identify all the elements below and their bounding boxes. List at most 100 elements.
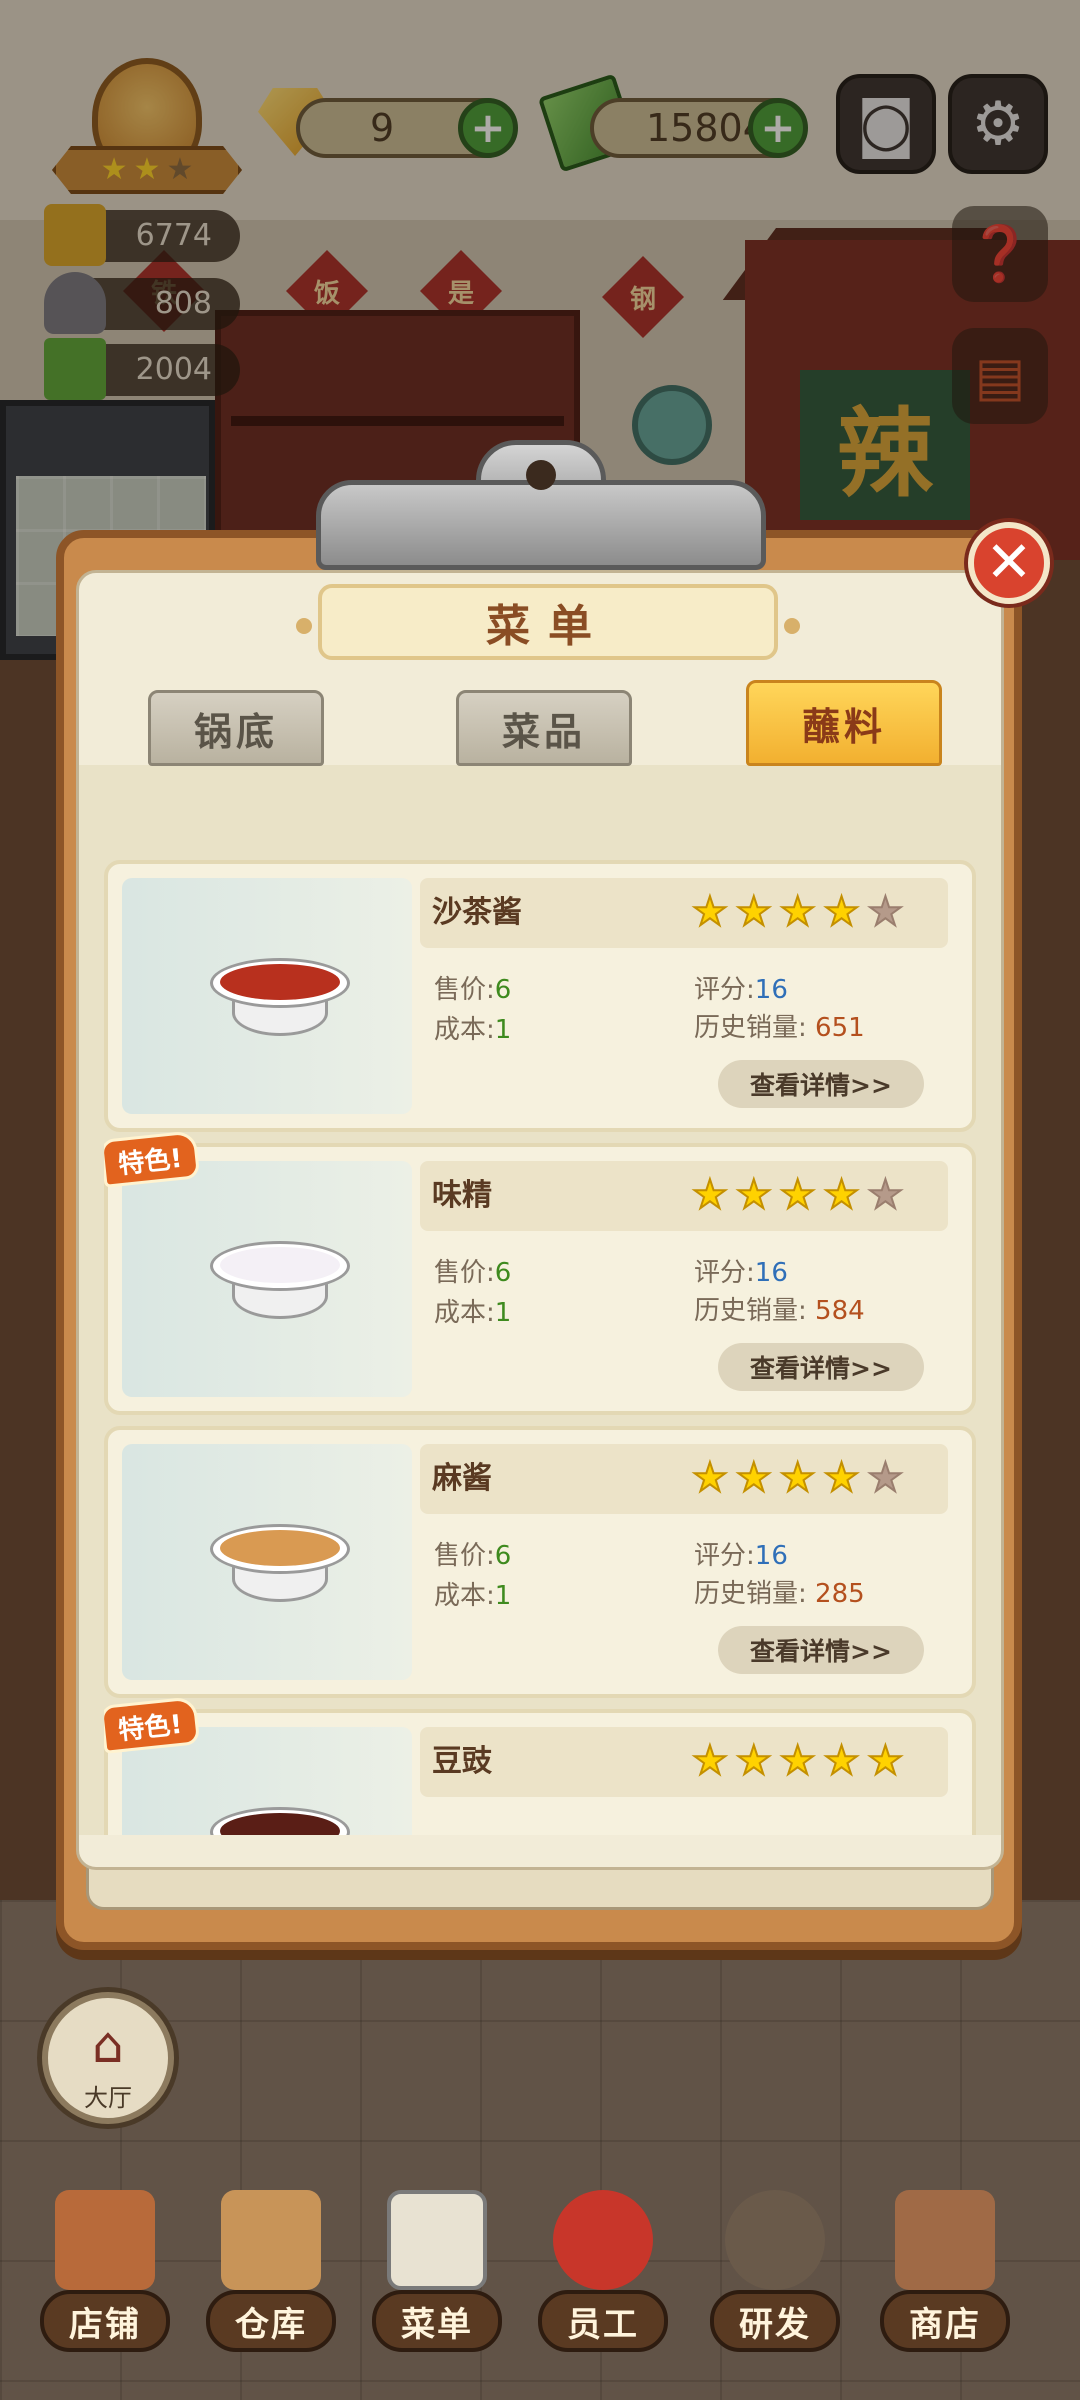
close-icon: ✕ [985,530,1033,595]
nav-warehouse[interactable]: 仓库 [196,2170,346,2400]
item-name: 豆豉 [432,1744,492,1779]
cost-value: 1 [494,1298,512,1328]
star-icon: ★ [735,1172,773,1218]
sauce-bowl-icon [210,958,350,1040]
clipboard-clip [316,440,766,570]
view-details-button[interactable]: 查看详情>> [718,1626,924,1674]
sales-label: 历史销量 [694,1579,799,1609]
hall-label: 大厅 [84,2084,132,2112]
star-empty-icon: ★ [866,1172,904,1218]
view-details-button[interactable]: 查看详情>> [718,1343,924,1391]
price-label: 售价 [434,1258,487,1288]
star-icon: ★ [823,1738,861,1784]
star-icon: ★ [779,889,817,935]
star-icon: ★ [823,1172,861,1218]
building-icon: ⌂ [92,2016,124,2074]
sales-value: 285 [815,1579,865,1609]
nav-store[interactable]: 商店 [870,2170,1020,2400]
price-value: 6 [494,1258,512,1288]
star-empty-icon: ★ [866,889,904,935]
item-sales: 历史销量: 584 [694,1296,865,1326]
chef-icon [553,2190,653,2290]
nav-label: 仓库 [206,2290,336,2352]
score-value: 16 [754,975,788,1005]
nav-menu[interactable]: 菜单 [362,2170,512,2400]
nav-research[interactable]: 研发 [700,2170,850,2400]
score-value: 16 [754,1258,788,1288]
view-details-label: 查看详情>> [750,1354,892,1383]
item-price: 售价:6 [434,975,512,1005]
menu-item-card[interactable]: 特色! 豆豉 ★ ★ ★ ★ ★ [104,1696,976,1835]
nav-label: 商店 [880,2290,1010,2352]
item-score: 评分:16 [694,1541,788,1571]
wok-icon [725,2190,825,2290]
box-icon [221,2190,321,2290]
sauce-bowl-icon [210,1241,350,1323]
star-icon: ★ [691,889,729,935]
price-value: 6 [494,975,512,1005]
item-name: 沙茶酱 [432,895,522,930]
score-label: 评分 [694,975,747,1005]
item-price: 售价:6 [434,1258,512,1288]
item-cost: 成本:1 [434,1298,512,1328]
item-thumbnail [122,1444,412,1680]
tab-label: 锅底 [193,709,278,754]
view-details-label: 查看详情>> [750,1637,892,1666]
star-icon: ★ [735,1738,773,1784]
star-icon: ★ [735,889,773,935]
price-label: 售价 [434,975,487,1005]
item-sales: 历史销量: 651 [694,1013,865,1043]
view-details-button[interactable]: 查看详情>> [718,1060,924,1108]
sales-value: 584 [815,1296,865,1326]
star-icon: ★ [779,1455,817,1501]
tab-dipping-sauce[interactable]: 蘸料 [746,680,942,766]
cost-value: 1 [494,1015,512,1045]
menu-item-card[interactable]: 麻酱 ★ ★ ★ ★ ★ 售价:6 成本:1 评分:16 历史销量: 285 查看详情>> [104,1426,976,1698]
item-rating: ★ ★ ★ ★ ★ [691,1738,904,1784]
star-icon: ★ [691,1455,729,1501]
sauce-bowl-icon [210,1807,350,1835]
star-empty-icon: ★ [866,1455,904,1501]
storefront-icon [55,2190,155,2290]
item-thumbnail [122,878,412,1114]
tab-soup-base[interactable]: 锅底 [148,690,324,766]
special-badge: 特色! [104,1130,201,1188]
star-icon: ★ [779,1172,817,1218]
score-label: 评分 [694,1541,747,1571]
special-badge: 特色! [104,1696,201,1754]
menu-item-list[interactable]: 沙茶酱 ★ ★ ★ ★ ★ 售价:6 成本:1 评分:16 历史销量: 651 查看详情>> 特色! 味… [104,860,976,1835]
item-price: 售价:6 [434,1541,512,1571]
tab-label: 菜品 [501,709,586,754]
score-value: 16 [754,1541,788,1571]
sales-label: 历史销量 [694,1296,799,1326]
star-icon: ★ [823,1455,861,1501]
item-rating: ★ ★ ★ ★ ★ [691,1455,904,1501]
nav-staff[interactable]: 员工 [528,2170,678,2400]
sauce-bowl-icon [210,1524,350,1606]
item-name: 味精 [432,1178,492,1213]
price-value: 6 [494,1541,512,1571]
nav-shop-front[interactable]: 店铺 [30,2170,180,2400]
cost-value: 1 [494,1581,512,1611]
cost-label: 成本 [434,1015,487,1045]
star-icon: ★ [691,1172,729,1218]
cost-label: 成本 [434,1581,487,1611]
sales-value: 651 [815,1013,865,1043]
star-icon: ★ [779,1738,817,1784]
item-thumbnail [122,1161,412,1397]
clipboard-icon [387,2190,487,2290]
item-sales: 历史销量: 285 [694,1579,865,1609]
menu-item-card[interactable]: 沙茶酱 ★ ★ ★ ★ ★ 售价:6 成本:1 评分:16 历史销量: 651 查看详情>> [104,860,976,1132]
item-rating: ★ ★ ★ ★ ★ [691,889,904,935]
tab-dishes[interactable]: 菜品 [456,690,632,766]
nav-label: 研发 [710,2290,840,2352]
score-label: 评分 [694,1258,747,1288]
star-icon: ★ [691,1738,729,1784]
item-score: 评分:16 [694,1258,788,1288]
close-button[interactable]: ✕ [968,522,1050,604]
tab-label: 蘸料 [801,704,886,749]
hall-button[interactable]: ⌂ 大厅 [42,1992,174,2124]
shop-icon [895,2190,995,2290]
menu-item-card[interactable]: 特色! 味精 ★ ★ ★ ★ ★ 售价:6 成本:1 评分:16 历史销量: 584 查看详情>> [104,1130,976,1415]
menu-title-plate: 菜单 [296,584,800,660]
